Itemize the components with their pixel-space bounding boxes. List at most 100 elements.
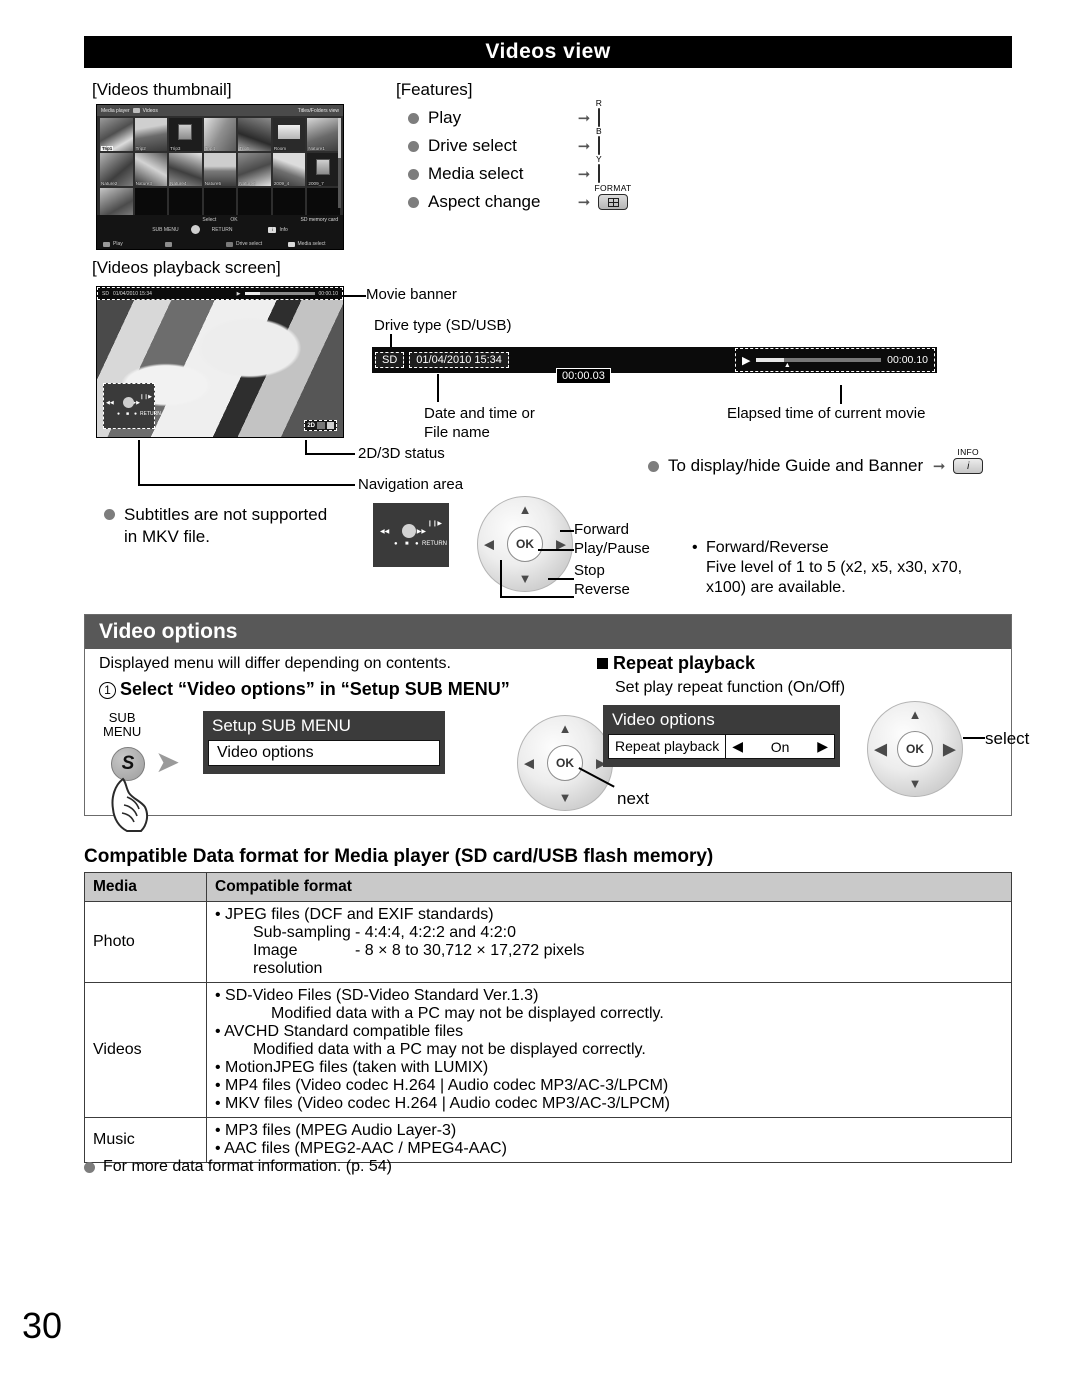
- footer-return-label: RETURN: [211, 226, 233, 233]
- leader-line: [344, 295, 366, 297]
- key-body: [598, 194, 628, 210]
- ok-button[interactable]: OK: [507, 526, 543, 562]
- videos-playback-screen-label: [Videos playback screen]: [92, 258, 281, 277]
- banner-sd-label: SD: [102, 290, 109, 297]
- navigation-glyph: ◀◀ ▶▶ ❙❙▶ ● ■ ● RETURN: [106, 394, 161, 417]
- thumbnail-item[interactable]: Room: [272, 118, 306, 151]
- footer-select-label: Select: [202, 217, 217, 223]
- thumbnail-item[interactable]: Trip5: [238, 118, 271, 151]
- remote-key-blue[interactable]: B: [596, 126, 602, 155]
- arrow-right-icon: ➞: [577, 166, 591, 183]
- bullet-icon: [408, 168, 419, 180]
- manual-page: Videos view [Videos thumbnail] [Features…: [0, 0, 1080, 1388]
- header-videos-text: Videos: [142, 107, 158, 114]
- movie-banner-diagram: SD 01/04/2010 15:34 ▶ ▲ 00:00.10: [372, 347, 937, 373]
- repeat-playback-row[interactable]: Repeat playback ◀ On ▶: [608, 734, 835, 759]
- thumbnail-item[interactable]: Trip3: [169, 118, 202, 151]
- videos-thumbnail-label: [Videos thumbnail]: [92, 80, 232, 99]
- thumbnail-item[interactable]: Trip2: [134, 118, 168, 151]
- ok-button[interactable]: OK: [897, 731, 933, 767]
- dpad-up-icon[interactable]: ▲: [519, 503, 532, 516]
- dpad-down-icon[interactable]: ▼: [519, 572, 532, 585]
- thumbnail-item[interactable]: 2009_4: [272, 153, 306, 186]
- thumbnail-caption: Nature6: [239, 181, 256, 186]
- banner-diagram-elapsed-chip: 00:00.03: [556, 368, 611, 384]
- thumbnail-item[interactable]: Nature4: [169, 153, 202, 186]
- thumbnail-item[interactable]: Trip4: [203, 118, 237, 151]
- dpad-down-icon[interactable]: ▼: [559, 791, 572, 804]
- dpad-up-icon[interactable]: ▲: [909, 708, 922, 721]
- remote-key-red[interactable]: R: [596, 98, 602, 127]
- thumbnail-item[interactable]: Nature1: [307, 118, 340, 151]
- table-row: Music • MP3 files (MPEG Audio Layer-3) •…: [84, 1117, 1012, 1163]
- green-key-icon: [164, 241, 172, 247]
- bullet-icon: [84, 1161, 95, 1173]
- display-hide-text: To display/hide Guide and Banner: [668, 456, 924, 475]
- dpad-up-icon[interactable]: ▲: [559, 722, 572, 735]
- remote-key-yellow[interactable]: Y: [596, 154, 602, 183]
- dpad-right-icon[interactable]: ▶: [943, 741, 956, 758]
- repeat-playback-value-group[interactable]: ◀ On ▶: [725, 735, 834, 758]
- footer-play-label: Play: [113, 241, 123, 247]
- section-note: Displayed menu will differ depending on …: [99, 655, 451, 672]
- callout-forward: Forward: [574, 521, 630, 538]
- thumbnail-item[interactable]: Nature3: [134, 153, 168, 186]
- status-2d-label: 2D: [307, 422, 315, 429]
- feature-row: Drive select ➞ B: [408, 126, 628, 160]
- key-label: INFO: [957, 447, 979, 457]
- bullet-icon: [408, 112, 419, 124]
- dpad-left-icon[interactable]: ◀: [524, 757, 534, 770]
- chevron-left-icon[interactable]: ◀: [732, 738, 743, 755]
- thumbnail-item[interactable]: Trip1: [100, 118, 133, 151]
- compat-table: Media Compatible format Photo • JPEG fil…: [84, 872, 1012, 1163]
- format-line: Modified data with a PC may not be displ…: [253, 1041, 646, 1058]
- leader-line: [305, 453, 355, 455]
- dpad-wheel[interactable]: ▲ ▼ ◀ ▶ OK: [867, 701, 963, 797]
- play-icon: ▶: [742, 354, 751, 367]
- footer-media-select-button[interactable]: Media select: [282, 241, 344, 247]
- format-line: • MKV files (Video codec H.264 | Audio c…: [215, 1095, 670, 1112]
- dpad-down-icon[interactable]: ▼: [909, 777, 922, 790]
- ok-button[interactable]: OK: [547, 745, 583, 781]
- thumbnail-caption: Trip4: [204, 146, 215, 151]
- thumbnail-item[interactable]: Nature5: [203, 153, 237, 186]
- features-label: [Features]: [396, 80, 473, 99]
- play-icon: ▶: [236, 290, 241, 297]
- playback-movie-banner: SD 01/04/2010 15:34 ▶ 00:00.10: [97, 287, 343, 300]
- thumbnail-screen-header: Media player Videos Titles/Folders view: [97, 105, 343, 116]
- dpad-wheel[interactable]: ▲ ▼ ◀ ▶ OK: [517, 715, 613, 811]
- thumbnail-screen-footer: Select OK SD memory card SUB MENU RETURN…: [97, 215, 343, 249]
- progress-bar[interactable]: [244, 292, 315, 295]
- callout-select: select: [985, 729, 1030, 748]
- leader-line: [138, 440, 140, 485]
- repeat-playback-key: Repeat playback: [609, 735, 726, 758]
- thumbnail-item[interactable]: Nature6: [238, 153, 271, 186]
- sd-card-icon: [132, 108, 140, 113]
- square-bullet-icon: [597, 658, 608, 669]
- remote-key-format[interactable]: FORMAT: [594, 183, 631, 210]
- dpad-diagram-step1: ▲ ▼ ◀ ▶ OK: [517, 715, 613, 811]
- footer-drive-select-button[interactable]: Drive select: [220, 241, 282, 247]
- thumbnail-item[interactable]: Nature2: [100, 153, 133, 186]
- feature-row: Play ➞ R: [408, 98, 628, 132]
- table-cell-media: Videos: [84, 982, 207, 1118]
- footer-play-button[interactable]: Play: [97, 241, 159, 247]
- menu-item-video-options[interactable]: Video options: [208, 740, 440, 766]
- banner-total-time: 00:00.10: [318, 290, 338, 297]
- thumbnail-item[interactable]: 2009_7: [307, 153, 340, 186]
- navigation-area-illustration: ◀◀ ▶▶ ❙❙▶ ● ■ ● RETURN: [373, 503, 449, 567]
- remote-key-info[interactable]: INFO i: [953, 447, 984, 474]
- scrollbar[interactable]: [338, 118, 341, 208]
- callout-navigation-area: Navigation area: [358, 476, 464, 493]
- sub-menu-button[interactable]: S: [111, 747, 145, 781]
- blue-key-icon: [226, 241, 233, 247]
- dpad-left-icon[interactable]: ◀: [874, 741, 887, 758]
- chevron-right-icon[interactable]: ▶: [817, 738, 828, 755]
- progress-bar[interactable]: ▲: [756, 358, 882, 369]
- thumbnail-caption: Trip2: [135, 146, 146, 151]
- arrow-right-icon: ➞: [577, 138, 591, 155]
- dpad-left-icon[interactable]: ◀: [484, 538, 494, 551]
- info-icon: i: [953, 458, 984, 474]
- video-options-section: Video options Displayed menu will differ…: [84, 614, 1029, 832]
- format-line: • SD-Video Files (SD-Video Standard Ver.…: [215, 987, 539, 1004]
